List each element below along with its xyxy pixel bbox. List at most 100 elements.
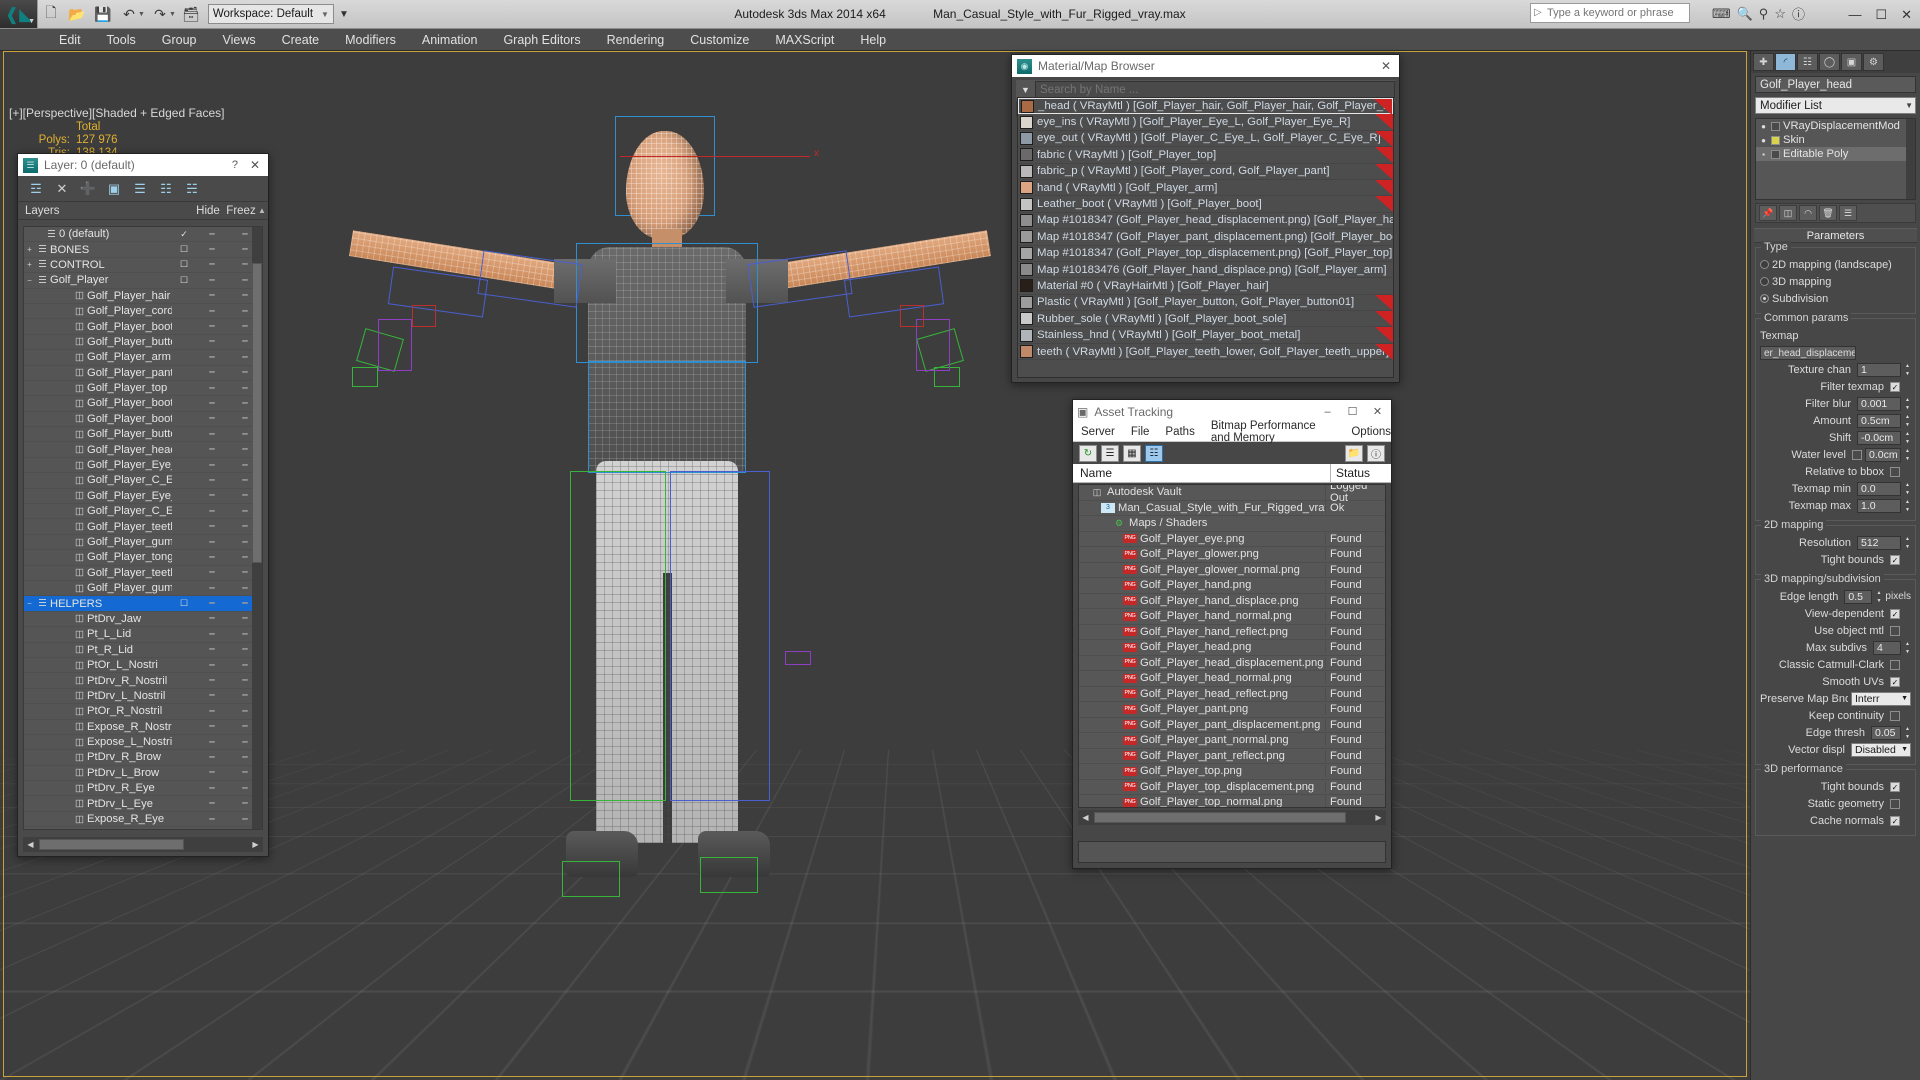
menu-item-modifiers[interactable]: Modifiers — [332, 29, 409, 51]
relative-to-bbox-row[interactable]: Relative to bbox ✓ — [1760, 464, 1911, 479]
magnifier-icon[interactable]: 🔍 — [1737, 6, 1753, 22]
material-row[interactable]: fabric_p ( VRayMtl ) [Golf_Player_cord, … — [1018, 163, 1393, 180]
amount-spinner[interactable]: 0.5cm — [1857, 413, 1901, 428]
max-subdivs-row[interactable]: Max subdivs 4 ▲ ▼ — [1760, 640, 1911, 655]
layer-hide-toggle[interactable]: ━ — [196, 537, 228, 548]
layer-list-vscrollbar[interactable] — [252, 227, 262, 829]
smooth-uvs-row[interactable]: Smooth UVs ✓ — [1760, 674, 1911, 689]
layer-row[interactable]: ◫Golf_Player_gum_upper━━ — [24, 581, 262, 597]
character-model[interactable] — [330, 61, 1010, 961]
layer-row[interactable]: + ☰ CONTROL ☐ ━ ━ — [24, 258, 262, 274]
tab-create[interactable]: ✚ — [1753, 53, 1774, 71]
layer-hide-toggle[interactable]: ━ — [196, 629, 228, 640]
radio-button[interactable] — [1760, 260, 1769, 269]
asset-list-hscrollbar[interactable]: ◀ ▶ — [1078, 810, 1386, 825]
spinner-arrows-icon[interactable]: ▲ ▼ — [1904, 363, 1911, 377]
use-object-mtl-checkbox[interactable]: ✓ — [1890, 625, 1900, 636]
layer-active-checkbox[interactable]: ☐ — [172, 598, 196, 609]
edge-length-spinner[interactable]: 0.5 — [1844, 589, 1873, 604]
refresh-icon[interactable]: ↻ — [1079, 444, 1097, 462]
folder-icon[interactable]: 📁 — [1345, 444, 1363, 462]
layer-row[interactable]: ◫ PtDrv_R_Brow ━ ━ — [24, 750, 262, 766]
make-unique-icon[interactable]: ◠ — [1799, 205, 1817, 221]
layer-hide-toggle[interactable]: ━ — [196, 583, 228, 594]
preserve-map-bnd-select[interactable]: Interr ▼ — [1851, 691, 1911, 706]
material-row[interactable]: eye_out ( VRayMtl ) [Golf_Player_C_Eye_L… — [1018, 130, 1393, 148]
thumbnail-view-icon[interactable]: ▦ — [1123, 444, 1141, 462]
edge-thresh-spinner[interactable]: 0.05 — [1871, 725, 1901, 740]
column-name[interactable]: Name — [1073, 463, 1331, 483]
configure-modifier-sets-icon[interactable]: ☰ — [1839, 205, 1857, 221]
classic-catmull-clark-checkbox[interactable]: ✓ — [1890, 659, 1900, 670]
new-layer-icon[interactable]: ☲ — [24, 178, 48, 200]
layer-row[interactable]: ◫Golf_Player_tongue━━ — [24, 550, 262, 566]
layer-row[interactable]: ◫ PtDrv_Jaw ━ ━ — [24, 612, 262, 628]
layer-row[interactable]: ◫Golf_Player_Eye_L━━ — [24, 458, 262, 474]
material-row[interactable]: _head ( VRayMtl ) [Golf_Player_hair, Gol… — [1018, 98, 1393, 115]
delete-layer-icon[interactable]: ✕ — [50, 178, 74, 200]
layer-row[interactable]: ◫ PtOr_R_Nostril ━ ━ — [24, 704, 262, 720]
layer-hide-toggle[interactable]: ━ — [196, 275, 228, 286]
layer-row[interactable]: ◫Golf_Player_teeth_upper━━ — [24, 566, 262, 581]
static-geometry-checkbox[interactable]: ✓ — [1890, 798, 1900, 809]
layer-freeze-toggle[interactable]: ━ — [228, 829, 262, 830]
command-panel[interactable]: ✚ ◜ ☷ ◯ ▣ ⚙ Golf_Player_head Modifier Li… — [1750, 51, 1920, 1080]
material-row[interactable]: hand ( VRayMtl ) [Golf_Player_arm] — [1018, 179, 1393, 197]
layer-hide-toggle[interactable]: ━ — [196, 429, 228, 440]
layer-row[interactable]: ◫ PtDrv_L_Brow ━ ━ — [24, 766, 262, 782]
material-row[interactable]: Rubber_sole ( VRayMtl ) [Golf_Player_boo… — [1018, 311, 1393, 328]
new-file-icon[interactable]: 🗋 — [38, 1, 64, 27]
maximize-button[interactable]: ☐ — [1875, 7, 1887, 23]
filter-icon[interactable]: ▼ — [1016, 85, 1035, 95]
filter-blur-spinner[interactable]: 0.001 — [1857, 396, 1901, 411]
layer-row[interactable]: ◫ PtDrv_L_Eye ━ ━ — [24, 796, 262, 812]
asset-row[interactable]: PNG Golf_Player_top_displacement.png Found — [1079, 780, 1385, 795]
texture-channel-spinner[interactable]: 1 — [1857, 362, 1901, 377]
layer-row[interactable]: ◫ Golf_Player_top ━ ━ — [24, 381, 262, 397]
spinner-arrows-icon[interactable]: ▲ ▼ — [1904, 641, 1911, 655]
search-box[interactable]: ▷ — [1530, 3, 1690, 23]
modifier-list-dropdown[interactable]: Modifier List ▼ — [1755, 97, 1916, 114]
layer-row[interactable]: ◫ Golf_Player_boot ━ ━ — [24, 412, 262, 428]
texture-channel-row[interactable]: Texture chan 1 ▲ ▼ — [1760, 362, 1911, 377]
water-level-row[interactable]: Water level ✓ 0.0cm ▲▼ — [1760, 447, 1911, 462]
asset-row[interactable]: PNG Golf_Player_head_displacement.png Foun… — [1079, 656, 1385, 671]
asset-row[interactable]: PNG Golf_Player_pant_reflect.png Found — [1079, 749, 1385, 764]
texmap-min-row[interactable]: Texmap min 0.0 ▲ ▼ — [1760, 481, 1911, 496]
material-row[interactable]: eye_ins ( VRayMtl ) [Golf_Player_Eye_L, … — [1018, 114, 1393, 131]
layer-active-checkbox[interactable]: ☐ — [172, 244, 196, 255]
spinner-arrows-icon[interactable]: ▲ ▼ — [1904, 397, 1911, 411]
layer-hide-toggle[interactable]: ━ — [196, 660, 228, 671]
favorite-star-icon[interactable]: ☆ — [1774, 6, 1786, 22]
layer-hide-toggle[interactable]: ━ — [196, 352, 228, 363]
layer-row[interactable]: ◫ Golf_Player_head ━ ━ — [24, 442, 262, 458]
undo-dropdown-icon[interactable]: ▼ — [138, 11, 145, 18]
keep-continuity-checkbox[interactable]: ✓ — [1890, 710, 1900, 721]
layer-row[interactable]: ◫ Pt_R_Lid ━ ━ — [24, 643, 262, 658]
layer-hide-toggle[interactable]: ━ — [196, 783, 228, 794]
spinner-arrows-icon[interactable]: ▲ ▼ — [1904, 482, 1911, 496]
asset-row[interactable]: ⚙ Maps / Shaders — [1079, 516, 1385, 532]
light-bulb-icon[interactable]: ● — [1759, 122, 1768, 131]
menu-item-graph-editors[interactable]: Graph Editors — [490, 29, 593, 51]
layer-hide-toggle[interactable]: ━ — [196, 259, 228, 270]
layer-row[interactable]: ◫ Expose_R_Nostril ━ ━ — [24, 720, 262, 735]
layer-row[interactable]: ◫ Expose_R_Eye ━ ━ — [24, 812, 262, 828]
max-subdivs-spinner[interactable]: 4 — [1873, 640, 1901, 655]
menu-item-maxscript[interactable]: MAXScript — [762, 29, 847, 51]
radio-button[interactable] — [1760, 294, 1769, 303]
layer-row[interactable]: ◫ PtDrv_R_Nostril ━ ━ — [24, 673, 262, 689]
workspace-selector[interactable]: Workspace: Default ▼ — [207, 4, 334, 24]
preserve-map-bnd-row[interactable]: Preserve Map Bnd Interr ▼ — [1760, 691, 1911, 706]
tight-bounds-2d-row[interactable]: Tight bounds ✓ — [1760, 552, 1911, 567]
asset-row[interactable]: PNG Golf_Player_head.png Found — [1079, 640, 1385, 656]
layer-explorer-panel[interactable]: ☰ Layer: 0 (default) ? ✕ ☲ ✕ ➕ ▣ ☰ ☷ ☵ L… — [17, 153, 269, 857]
layer-hide-toggle[interactable]: ━ — [196, 613, 228, 624]
highlight-selected-icon[interactable]: ☷ — [154, 178, 178, 200]
asset-row[interactable]: PNG Golf_Player_pant_displacement.png Foun… — [1079, 718, 1385, 733]
asset-list[interactable]: ◫ Autodesk Vault Logged Out 3 Man_Casual_Sty… — [1078, 484, 1386, 808]
amount-row[interactable]: Amount 0.5cm ▲ ▼ — [1760, 413, 1911, 428]
layer-row[interactable]: ◫ Pt_L_Lid ━ ━ — [24, 627, 262, 643]
expand-toggle-icon[interactable]: + — [24, 260, 35, 269]
menu-item-edit[interactable]: Edit — [46, 29, 94, 51]
